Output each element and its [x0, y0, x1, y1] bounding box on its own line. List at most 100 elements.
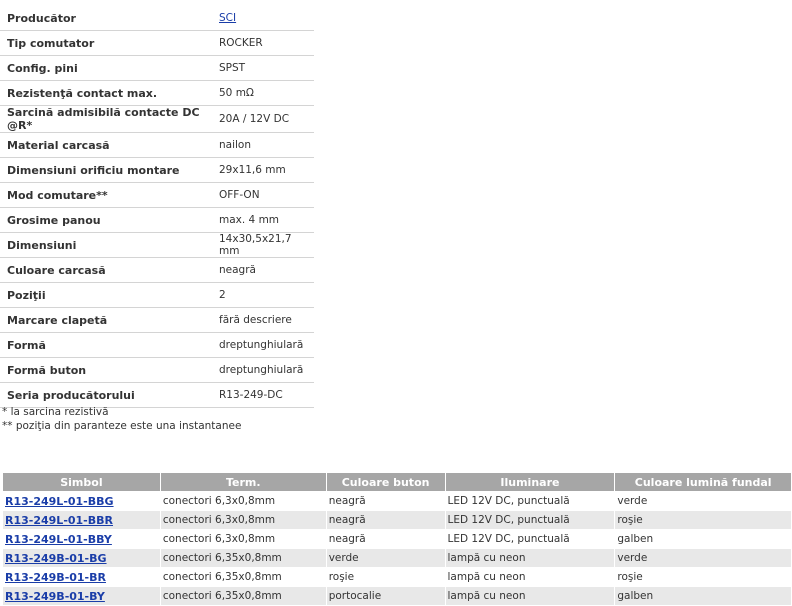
column-header-backlight-color: Culoare lumină fundal	[614, 472, 792, 492]
product-symbol-link[interactable]: R13-249L-01-BBY	[5, 533, 112, 546]
spec-row: Rezistenţă contact max. 50 mΩ	[0, 80, 314, 106]
spec-row: Tip comutator ROCKER	[0, 30, 314, 56]
spec-label: Dimensiuni orificiu montare	[0, 157, 215, 183]
spec-row: Culoare carcasă neagră	[0, 257, 314, 283]
product-symbol-link[interactable]: R13-249L-01-BBR	[5, 514, 113, 527]
product-symbol-link[interactable]: R13-249B-01-BY	[5, 590, 105, 603]
spec-value: 14x30,5x21,7 mm	[215, 232, 314, 258]
table-row: R13-249B-01-BR conectori 6,35x0,8mm roşie l…	[2, 567, 792, 587]
table-cell: lampă cu neon	[444, 586, 616, 606]
spec-value: 29x11,6 mm	[215, 157, 314, 183]
spec-row: Material carcasă nailon	[0, 132, 314, 158]
spec-value: nailon	[215, 132, 314, 158]
spec-value: SCI	[215, 6, 314, 31]
table-row: R13-249L-01-BBY conectori 6,3x0,8mm neagră…	[2, 529, 792, 549]
table-cell: portocalie	[325, 586, 446, 606]
product-symbol-link[interactable]: R13-249B-01-BG	[5, 552, 107, 565]
spec-label: Material carcasă	[0, 132, 215, 158]
spec-label: Culoare carcasă	[0, 257, 215, 283]
products-table: Simbol Term. Culoare buton Iluminare Culoare…	[2, 472, 792, 606]
spec-value: dreptunghiulară	[215, 357, 314, 383]
table-cell: roşie	[614, 567, 792, 587]
spec-value: 20A / 12V DC	[215, 105, 314, 133]
spec-value: fără descriere	[215, 307, 314, 333]
table-cell: galben	[614, 529, 792, 549]
symbol-cell: R13-249L-01-BBG	[2, 491, 161, 511]
table-cell: LED 12V DC, punctuală	[444, 491, 616, 511]
table-cell: lampă cu neon	[444, 567, 616, 587]
spec-row: Grosime panou max. 4 mm	[0, 207, 314, 233]
spec-value: max. 4 mm	[215, 207, 314, 233]
products-body: R13-249L-01-BBG conectori 6,3x0,8mm neagră…	[2, 491, 792, 606]
product-symbol-link[interactable]: R13-249L-01-BBG	[5, 495, 114, 508]
spec-label: Tip comutator	[0, 30, 215, 56]
symbol-cell: R13-249L-01-BBR	[2, 510, 161, 530]
table-cell: conectori 6,3x0,8mm	[159, 491, 327, 511]
spec-value: 50 mΩ	[215, 80, 314, 106]
table-cell: galben	[614, 586, 792, 606]
column-header-symbol: Simbol	[2, 472, 161, 492]
table-cell: verde	[325, 548, 446, 568]
spec-row: Formă buton dreptunghiulară	[0, 357, 314, 383]
spec-label: Sarcină admisibilă contacte DC @R*	[0, 105, 215, 133]
spec-row: Marcare clapetă fără descriere	[0, 307, 314, 333]
products-header-row: Simbol Term. Culoare buton Iluminare Culoare…	[2, 472, 792, 492]
spec-row: Formă dreptunghiulară	[0, 332, 314, 358]
footnote-resistive-load: * la sarcina rezistivă	[2, 406, 109, 418]
table-cell: neagră	[325, 491, 446, 511]
column-header-illumination: Iluminare	[444, 472, 616, 492]
symbol-cell: R13-249B-01-BG	[2, 548, 161, 568]
spec-label: Formă	[0, 332, 215, 358]
table-cell: conectori 6,35x0,8mm	[159, 586, 327, 606]
spec-label: Formă buton	[0, 357, 215, 383]
spec-row: Dimensiuni 14x30,5x21,7 mm	[0, 232, 314, 258]
footnote-instant-position: ** poziţia din paranteze este una instan…	[2, 420, 242, 432]
spec-label: Poziţii	[0, 282, 215, 308]
table-cell: conectori 6,3x0,8mm	[159, 510, 327, 530]
column-header-button-color: Culoare buton	[325, 472, 446, 492]
table-cell: verde	[614, 491, 792, 511]
spec-value: dreptunghiulară	[215, 332, 314, 358]
spec-row: Config. pini SPST	[0, 55, 314, 81]
spec-row: Mod comutare** OFF-ON	[0, 182, 314, 208]
table-row: R13-249B-01-BY conectori 6,35x0,8mm portoc…	[2, 586, 792, 606]
symbol-cell: R13-249B-01-BR	[2, 567, 161, 587]
table-cell: neagră	[325, 510, 446, 530]
symbol-cell: R13-249B-01-BY	[2, 586, 161, 606]
table-cell: conectori 6,35x0,8mm	[159, 567, 327, 587]
table-cell: lampă cu neon	[444, 548, 616, 568]
column-header-terminal: Term.	[159, 472, 327, 492]
spec-row: Poziţii 2	[0, 282, 314, 308]
spec-label: Producător	[0, 6, 215, 31]
product-symbol-link[interactable]: R13-249B-01-BR	[5, 571, 106, 584]
table-cell: conectori 6,35x0,8mm	[159, 548, 327, 568]
spec-value: ROCKER	[215, 30, 314, 56]
table-cell: LED 12V DC, punctuală	[444, 510, 616, 530]
spec-label: Mod comutare**	[0, 182, 215, 208]
spec-label: Rezistenţă contact max.	[0, 80, 215, 106]
spec-value: SPST	[215, 55, 314, 81]
manufacturer-link[interactable]: SCI	[219, 12, 236, 24]
spec-label: Marcare clapetă	[0, 307, 215, 333]
table-cell: neagră	[325, 529, 446, 549]
specifications-body: Producător SCI Tip comutator ROCKER Config. …	[0, 6, 314, 408]
table-cell: roşie	[614, 510, 792, 530]
spec-row: Seria producătorului R13-249-DC	[0, 382, 314, 408]
spec-value: R13-249-DC	[215, 382, 314, 408]
table-cell: verde	[614, 548, 792, 568]
spec-label: Grosime panou	[0, 207, 215, 233]
spec-value: 2	[215, 282, 314, 308]
spec-row: Dimensiuni orificiu montare 29x11,6 mm	[0, 157, 314, 183]
spec-label: Dimensiuni	[0, 232, 215, 258]
table-row: R13-249L-01-BBG conectori 6,3x0,8mm neagră…	[2, 491, 792, 511]
table-row: R13-249L-01-BBR conectori 6,3x0,8mm neagră…	[2, 510, 792, 530]
symbol-cell: R13-249L-01-BBY	[2, 529, 161, 549]
table-row: R13-249B-01-BG conectori 6,35x0,8mm verde l…	[2, 548, 792, 568]
spec-value: neagră	[215, 257, 314, 283]
table-cell: roşie	[325, 567, 446, 587]
specifications-table: Producător SCI Tip comutator ROCKER Config. …	[0, 6, 314, 408]
spec-row: Producător SCI	[0, 6, 314, 31]
table-cell: conectori 6,3x0,8mm	[159, 529, 327, 549]
spec-value: OFF-ON	[215, 182, 314, 208]
spec-label: Seria producătorului	[0, 382, 215, 408]
